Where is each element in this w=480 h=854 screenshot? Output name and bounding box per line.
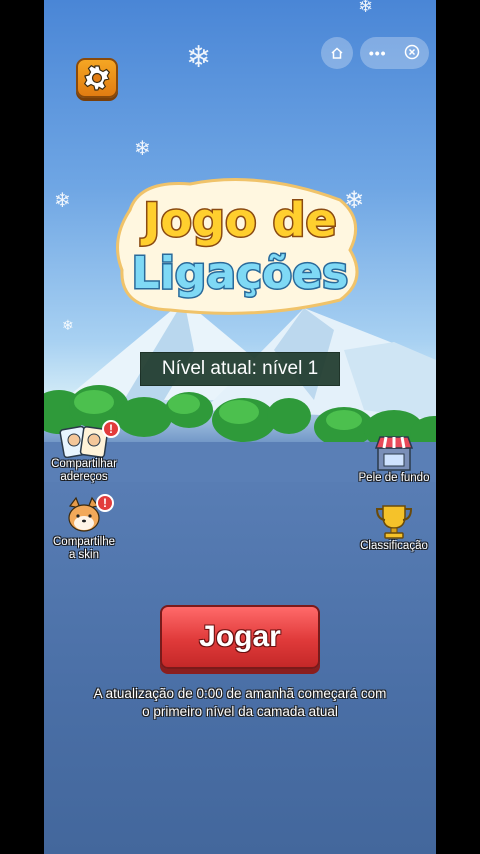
more-dots-icon[interactable]: ••• — [369, 45, 387, 61]
share-skin-button[interactable]: ! Compartilhe a skin — [46, 494, 122, 562]
mini-program-capsule: ••• — [360, 37, 429, 69]
play-button-label: Jogar — [199, 620, 281, 653]
update-notice-line2: o primeiro nível da camada atual — [142, 704, 338, 719]
update-notice-line1: A atualização de 0:00 de amanhã começará… — [93, 686, 387, 701]
share-skin-label-1: Compartilhe — [53, 536, 115, 548]
background-skin-label: Pele de fundo — [358, 472, 430, 484]
snowflake-icon: ❄ — [358, 0, 374, 17]
logo-line2: Ligações — [132, 248, 349, 299]
gear-icon — [84, 65, 110, 91]
share-props-button[interactable]: ! Compartilhar adereços — [46, 420, 122, 484]
current-level-label: Nível atual: nível 1 — [140, 352, 340, 386]
share-props-label-1: Compartilhar — [51, 458, 117, 470]
current-level-text: Nível atual: nível 1 — [161, 358, 319, 379]
update-notice: A atualização de 0:00 de amanhã começará… — [74, 685, 406, 721]
logo-line1: Jogo de — [140, 193, 336, 247]
play-button[interactable]: Jogar — [160, 605, 320, 669]
share-skin-label-2: a skin — [68, 549, 100, 561]
home-icon — [331, 47, 343, 59]
notification-badge: ! — [102, 420, 120, 438]
background-skin-button[interactable]: Pele de fundo — [352, 434, 436, 485]
game-screen: ❄ ❄ ❄ ❄ ❄ ❄ ❄ ❄ ❄ — [44, 0, 436, 854]
trophy-icon — [375, 505, 413, 539]
snowflake-icon: ❄ — [134, 136, 151, 160]
game-logo: Jogo de Ligações — [116, 178, 359, 315]
snowflake-icon: ❄ — [54, 188, 71, 212]
notification-badge: ! — [96, 494, 114, 512]
close-circle-icon[interactable] — [404, 44, 420, 63]
ranking-label: Classificação — [360, 540, 428, 552]
shop-icon — [374, 436, 414, 471]
settings-button[interactable] — [76, 58, 118, 98]
snowflake-icon: ❄ — [186, 40, 212, 75]
ranking-button[interactable]: Classificação — [352, 502, 436, 553]
share-props-label-2: adereços — [60, 471, 108, 483]
home-button[interactable] — [321, 37, 353, 69]
